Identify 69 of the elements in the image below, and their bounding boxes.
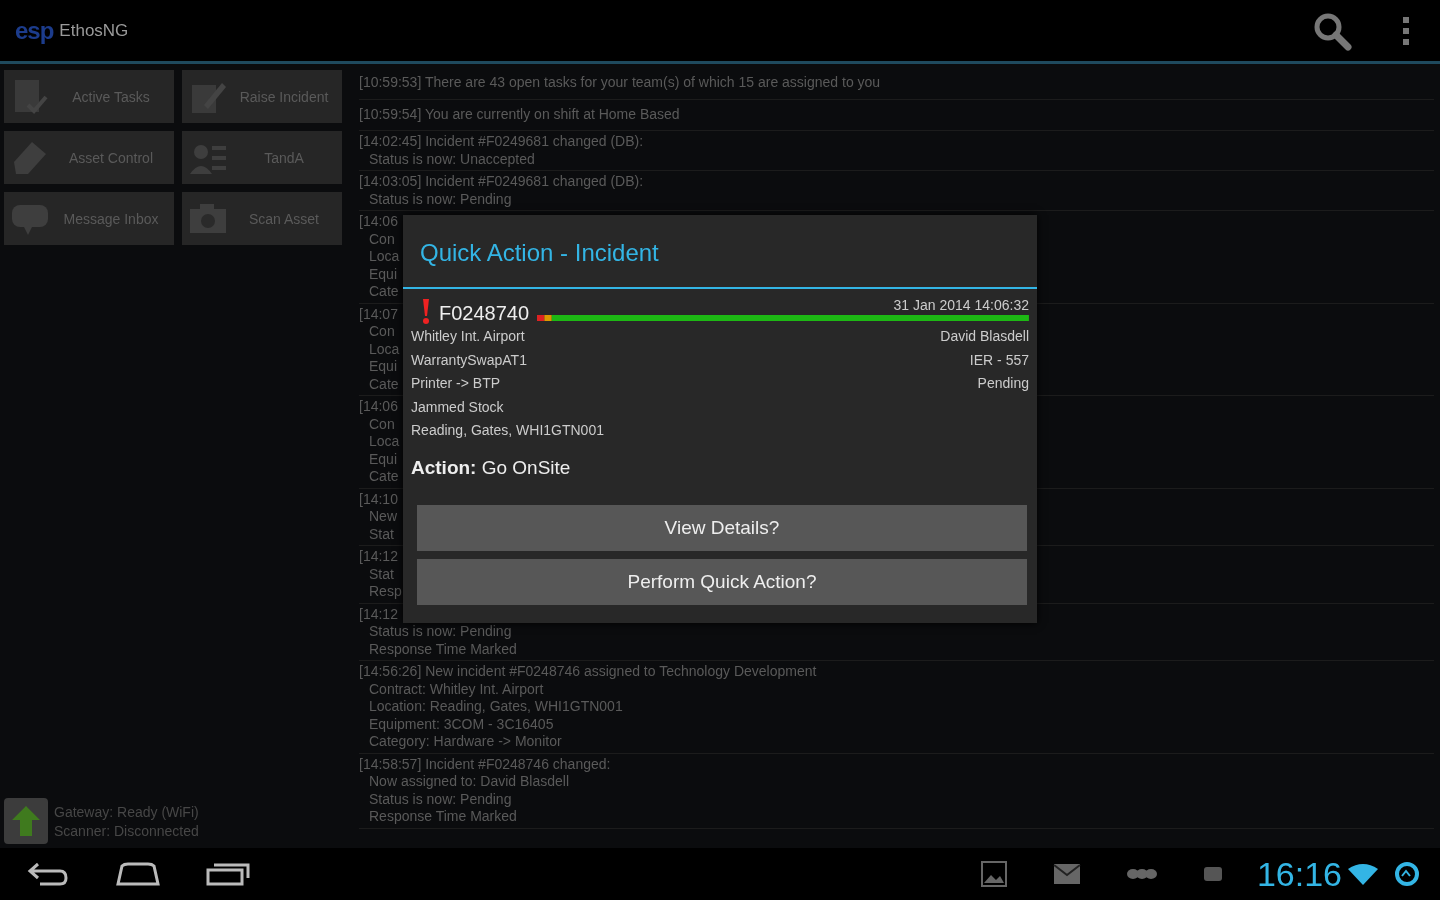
incident-detail: IER - 557 [969,350,1029,370]
log-line: Category: Hardware -> Monitor [368,733,562,751]
log-line: Resp [368,583,402,601]
log-line: Cate [368,283,399,301]
log-line: Equi [368,358,398,376]
square-icon [1202,864,1223,884]
log-line: [10:59:53] There are 43 open tasks for your team(s) of which 15 are assigned to you [359,74,881,92]
mail-icon [1052,863,1081,885]
wifi-icon [1348,863,1378,885]
incident-number: F0248740 [439,302,530,325]
log-line: Now assigned to: David Blasdell [368,773,569,791]
log-line: Loca [368,433,400,451]
incident-detail: WarrantySwapAT1 [411,350,528,370]
status-line: Gateway: Ready (WiFi) [54,803,199,820]
dialog-button[interactable]: Perform Quick Action? [417,558,1027,605]
log-line: [14:06 [359,398,398,416]
log-line: Equi [368,450,398,468]
log-line: Con [368,415,395,433]
log-line: [10:59:54] You are currently on shift at Home Based [359,105,680,123]
incident-detail: Printer -> BTP [411,374,502,393]
exclamation-icon [421,299,431,325]
log-line: Cate [368,375,399,393]
log-line: Con [368,323,395,341]
dialog-button[interactable]: View Details? [417,504,1027,551]
log-line: [14:06 [359,213,398,231]
action-text: Action: Go OnSite [411,456,572,479]
incident-detail: Jammed Stock [411,397,505,417]
log-line: Stat [368,525,394,543]
log-line: Equipment: 3COM - 3C16405 [368,715,554,733]
log-line: Status is now: Pending [368,623,512,641]
sync-circle-icon [1394,861,1420,887]
log-line: Stat [368,565,394,583]
log-line: Con [368,230,395,248]
log-line: Status is now: Unaccepted [368,150,535,168]
log-line: Location: Reading, Gates, WHI1GTN001 [368,698,623,716]
app-title: EthosNG [59,20,129,41]
incident-detail: Reading, Gates, WHI1GTN001 [411,421,604,440]
log-line: Status is now: Pending [368,190,512,208]
status-line: Scanner: Disconnected [54,822,199,839]
incident-date: 31 Jan 2014 14:06:32 [893,297,1029,313]
log-line: Response Time Marked [368,640,517,658]
home-icon[interactable] [116,862,160,886]
log-line: [14:02:45] Incident #F0249681 changed (DB): [359,133,644,151]
overflow-menu-icon[interactable] [1402,16,1410,45]
log-line: New [368,508,397,526]
image-icon [980,861,1007,887]
log-line: [14:12 [359,548,398,566]
dialog-title: Quick Action - Incident [403,215,1037,289]
incident-detail: Pending [977,374,1029,393]
log-line: [14:12 [359,605,398,623]
log-line: [14:58:57] Incident #F0248746 changed: [359,755,611,773]
log-line: Response Time Marked [368,808,517,826]
clock: 16:16 [1256,854,1342,894]
log-line: [14:10 [359,490,398,508]
log-line: Status is now: Pending [368,790,512,808]
recent-apps-icon[interactable] [206,862,250,886]
log-line: Loca [368,248,400,266]
log-line: [14:56:26] New incident #F0248746 assigned to Technology Development [359,663,817,681]
log-line: Contract: Whitley Int. Airport [368,680,544,698]
log-line: Loca [368,340,400,358]
back-icon[interactable] [26,860,70,888]
log-line: [14:03:05] Incident #F0249681 changed (DB): [359,173,644,191]
log-line: Cate [368,468,399,486]
incident-detail: David Blasdell [940,327,1029,346]
incident-detail: Whitley Int. Airport [411,327,526,346]
app-logo-icon [1126,868,1157,880]
log-line: Equi [368,265,398,283]
log-line: [14:07 [359,305,398,323]
app-logo: esp [15,16,54,45]
